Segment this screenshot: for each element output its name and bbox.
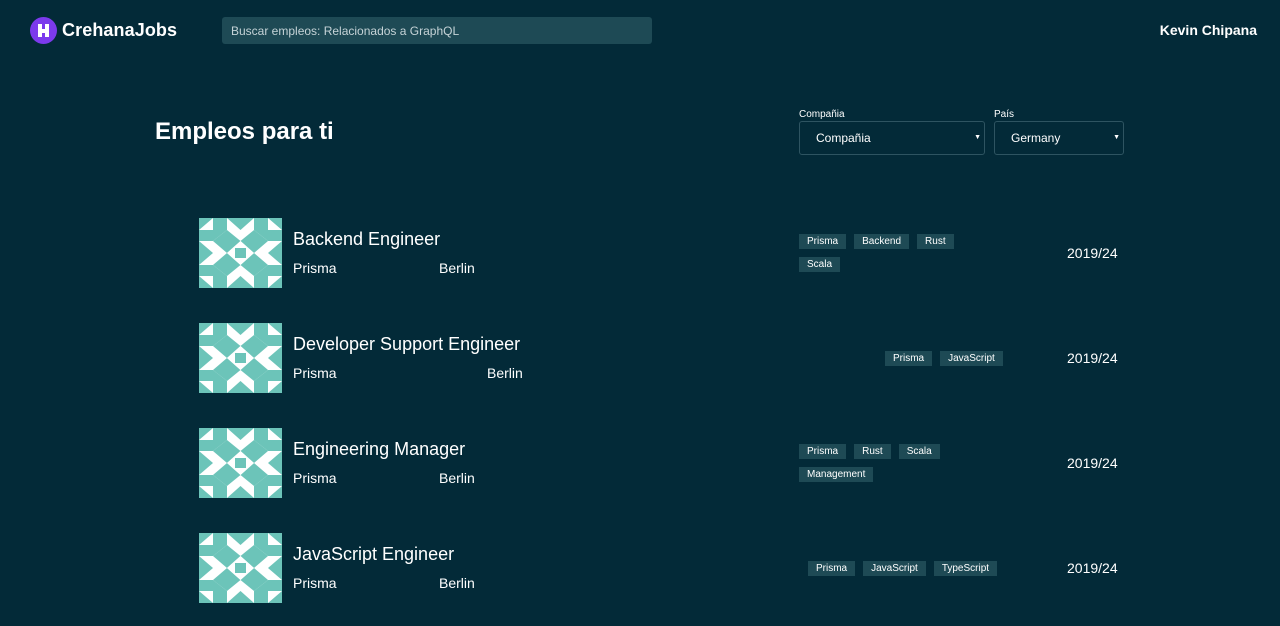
company-logo-pattern-icon (199, 323, 282, 393)
tag[interactable]: Scala (898, 444, 940, 459)
job-company: Prisma (293, 575, 337, 591)
tag[interactable]: Management (799, 467, 874, 482)
tag[interactable]: TypeScript (933, 561, 998, 576)
job-card[interactable]: Developer Support Engineer Prisma Berlin… (199, 323, 1129, 393)
company-select-value: Compañia (816, 131, 871, 145)
job-date: 2019/24 (1067, 560, 1118, 576)
job-title[interactable]: Developer Support Engineer (293, 334, 520, 355)
brand-logo[interactable]: CrehanaJobs (30, 17, 177, 44)
page-title: Empleos para ti (155, 118, 334, 145)
user-name[interactable]: Kevin Chipana (1160, 22, 1257, 38)
tag[interactable]: Prisma (799, 444, 847, 459)
job-title[interactable]: JavaScript Engineer (293, 544, 454, 565)
job-tags: Prisma Backend Rust Scala (799, 234, 999, 272)
job-tags: Prisma JavaScript (885, 351, 1085, 366)
tag[interactable]: Rust (854, 444, 891, 459)
tag[interactable]: Prisma (885, 351, 933, 366)
tag[interactable]: Rust (917, 234, 954, 249)
job-tags: Prisma JavaScript TypeScript (808, 561, 1068, 576)
company-filter: Compañia Compañia ▼ (799, 109, 985, 155)
job-city: Berlin (439, 260, 475, 276)
job-company: Prisma (293, 470, 337, 486)
job-company: Prisma (293, 365, 337, 381)
job-company: Prisma (293, 260, 337, 276)
tag[interactable]: Backend (854, 234, 910, 249)
job-date: 2019/24 (1067, 245, 1118, 261)
company-select[interactable]: Compañia ▼ (799, 121, 985, 155)
country-filter: País Germany ▼ (994, 109, 1124, 155)
country-select-value: Germany (1011, 131, 1061, 145)
search-input[interactable] (222, 17, 652, 44)
job-title[interactable]: Backend Engineer (293, 229, 440, 250)
job-card[interactable]: Backend Engineer Prisma Berlin Prisma Ba… (199, 218, 1129, 288)
tag[interactable]: Prisma (808, 561, 856, 576)
job-tags: Prisma Rust Scala Management (799, 444, 999, 482)
company-logo-pattern-icon (199, 428, 282, 498)
company-logo-pattern-icon (199, 218, 282, 288)
brand-logo-icon (30, 17, 57, 44)
company-logo-pattern-icon (199, 533, 282, 603)
job-title[interactable]: Engineering Manager (293, 439, 465, 460)
chevron-down-icon: ▼ (974, 134, 981, 141)
tag[interactable]: JavaScript (863, 561, 926, 576)
country-filter-label: País (994, 109, 1015, 120)
job-date: 2019/24 (1067, 350, 1118, 366)
top-bar: CrehanaJobs Kevin Chipana (0, 0, 1280, 62)
job-date: 2019/24 (1067, 455, 1118, 471)
tag[interactable]: Prisma (799, 234, 847, 249)
tag[interactable]: JavaScript (940, 351, 1003, 366)
chevron-down-icon: ▼ (1113, 134, 1120, 141)
company-filter-label: Compañia (799, 109, 845, 120)
brand-name: CrehanaJobs (62, 20, 178, 40)
job-city: Berlin (439, 575, 475, 591)
tag[interactable]: Scala (799, 257, 841, 272)
job-city: Berlin (439, 470, 475, 486)
job-city: Berlin (487, 365, 523, 381)
job-card[interactable]: Engineering Manager Prisma Berlin Prisma… (199, 428, 1129, 498)
job-card[interactable]: JavaScript Engineer Prisma Berlin Prisma… (199, 533, 1129, 603)
country-select[interactable]: Germany ▼ (994, 121, 1124, 155)
